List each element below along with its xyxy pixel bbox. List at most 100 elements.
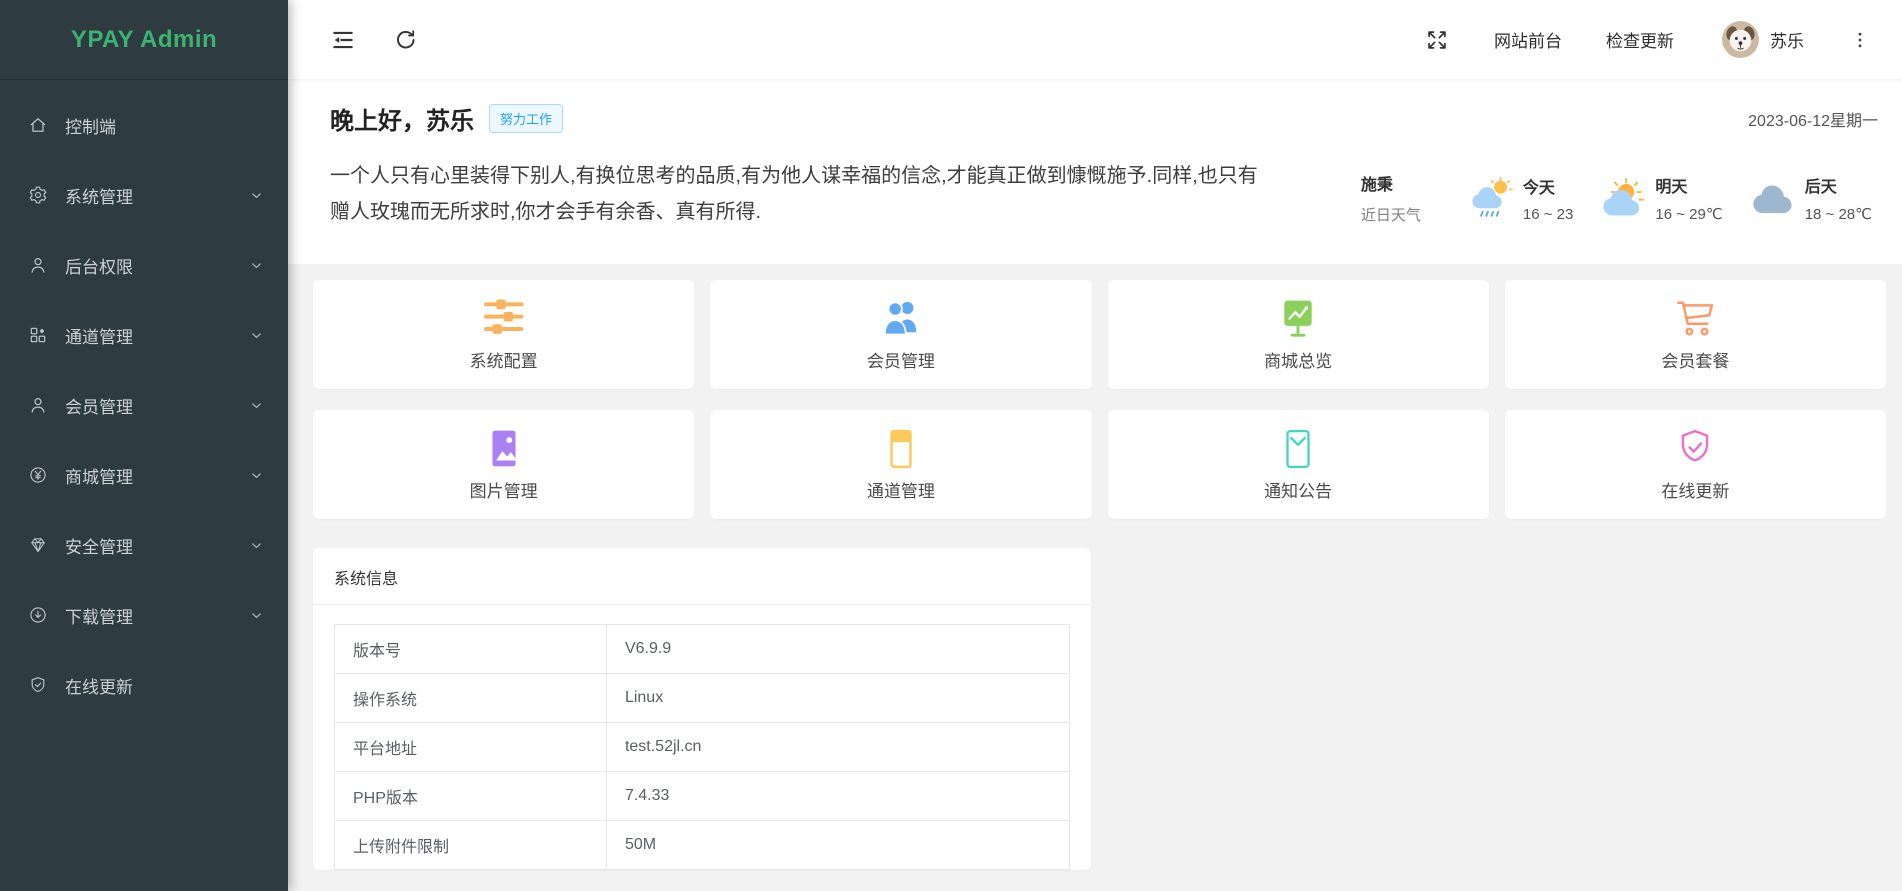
shield-icon [1674,428,1716,470]
image-icon [483,428,525,470]
cart-icon [1672,298,1718,340]
rain-sun-icon [1467,176,1519,220]
chevron-down-icon [249,608,264,623]
info-value: V6.9.9 [606,625,1069,674]
shortcut-label: 系统配置 [470,347,538,372]
system-info-panel: 系统信息 版本号 V6.9.9 操作系统 Linux 平台地址 test.52j… [313,548,1091,870]
fullscreen-icon[interactable] [1424,27,1450,53]
shortcut-label: 通道管理 [867,477,935,502]
shortcut-mall-overview[interactable]: 商城总览 [1108,280,1489,389]
home-icon [28,115,48,135]
main-area: 网站前台 检查更新 苏乐 晚上好，苏乐 努力工作 2023-06-12星期一 一… [288,0,1902,891]
shortcut-member-manage[interactable]: 会员管理 [710,280,1091,389]
sidebar-item-dashboard[interactable]: 控制端 [0,90,288,160]
weather-day-tomorrow: 明天 16 ~ 29℃ [1599,173,1722,223]
username: 苏乐 [1770,27,1804,52]
weather-day-temp: 18 ~ 28℃ [1805,205,1872,223]
shortcut-image-manage[interactable]: 图片管理 [313,410,694,519]
sidebar-item-system[interactable]: 系统管理 [0,160,288,230]
sidebar-item-admin-auth[interactable]: 后台权限 [0,230,288,300]
sidebar-item-members[interactable]: 会员管理 [0,370,288,440]
shortcut-label: 在线更新 [1661,477,1729,502]
gem-icon [28,535,48,555]
window-icon [880,428,922,470]
weather-day-temp: 16 ~ 29℃ [1655,205,1722,223]
user-icon [28,255,48,275]
sidebar-item-downloads[interactable]: 下载管理 [0,580,288,650]
sidebar-item-mall[interactable]: 商城管理 [0,440,288,510]
cloud-icon [1749,176,1801,220]
shortcut-label: 商城总览 [1264,347,1332,372]
mail-icon [1277,428,1319,470]
shield-check-icon [28,675,48,695]
shortcut-system-config[interactable]: 系统配置 [313,280,694,389]
info-label: 平台地址 [335,723,607,772]
info-label: PHP版本 [335,772,607,821]
table-row: 上传附件限制 50M [335,821,1070,870]
refresh-icon[interactable] [392,27,418,53]
users-icon [877,298,926,340]
avatar [1722,21,1759,58]
weather-city-block: 施秉 近日天气 [1361,171,1421,225]
grid-icon [28,325,48,345]
weather-subtitle: 近日天气 [1361,204,1421,225]
daily-quote: 一个人只有心里装得下别人,有换位思考的品质,有为他人谋幸福的信念,才能真正做到慷… [330,158,1270,230]
more-menu-icon[interactable] [1850,27,1870,53]
site-frontend-link[interactable]: 网站前台 [1494,27,1562,52]
sidebar-item-label: 通道管理 [65,323,133,348]
check-update-link[interactable]: 检查更新 [1606,27,1674,52]
info-label: 操作系统 [335,674,607,723]
sidebar-item-online-update[interactable]: 在线更新 [0,650,288,720]
weather-day-label: 明天 [1655,173,1722,197]
sidebar-item-label: 安全管理 [65,533,133,558]
info-value: test.52jl.cn [606,723,1069,772]
user-menu[interactable]: 苏乐 [1722,21,1804,58]
weather-widget: 施秉 近日天气 今天 16 ~ 23 [1361,166,1878,230]
table-row: 版本号 V6.9.9 [335,625,1070,674]
chevron-down-icon [249,188,264,203]
greeting-panel: 晚上好，苏乐 努力工作 2023-06-12星期一 一个人只有心里装得下别人,有… [288,79,1902,264]
shortcut-channel-manage[interactable]: 通道管理 [710,410,1091,519]
collapse-sidebar-icon[interactable] [330,27,356,53]
table-row: 操作系统 Linux [335,674,1070,723]
shortcut-online-update[interactable]: 在线更新 [1505,410,1886,519]
sidebar-item-label: 控制端 [65,113,116,138]
shortcut-label: 图片管理 [470,477,538,502]
yen-circle-icon [28,465,48,485]
sidebar: YPAY Admin 控制端 系统管理 后台权限 通道管理 会员管理 [0,0,288,891]
panel-title: 系统信息 [313,548,1091,605]
shortcut-label: 会员管理 [867,347,935,372]
sidebar-item-label: 系统管理 [65,183,133,208]
chart-board-icon [1277,298,1319,340]
info-value: Linux [606,674,1069,723]
status-badge: 努力工作 [489,104,563,133]
user-icon [28,395,48,415]
gear-icon [28,185,48,205]
app-logo: YPAY Admin [0,0,288,80]
chevron-down-icon [249,468,264,483]
current-date: 2023-06-12星期一 [1748,107,1878,131]
table-row: PHP版本 7.4.33 [335,772,1070,821]
shortcut-member-package[interactable]: 会员套餐 [1505,280,1886,389]
chevron-down-icon [249,328,264,343]
sidebar-item-label: 后台权限 [65,253,133,278]
sidebar-item-channel[interactable]: 通道管理 [0,300,288,370]
sidebar-item-label: 下载管理 [65,603,133,628]
sliders-icon [479,298,528,340]
weather-day-today: 今天 16 ~ 23 [1467,174,1573,223]
weather-day-temp: 16 ~ 23 [1523,206,1573,223]
shortcut-notice[interactable]: 通知公告 [1108,410,1489,519]
sidebar-menu: 控制端 系统管理 后台权限 通道管理 会员管理 商城管理 [0,80,288,720]
weather-day-label: 今天 [1523,174,1573,198]
info-value: 50M [606,821,1069,870]
sidebar-item-label: 会员管理 [65,393,133,418]
sidebar-item-security[interactable]: 安全管理 [0,510,288,580]
system-info-table: 版本号 V6.9.9 操作系统 Linux 平台地址 test.52jl.cn … [334,624,1070,870]
content-area: 系统配置 会员管理 商城总览 会员套餐 图片管理 通道管理 [288,264,1902,891]
shortcut-label: 会员套餐 [1661,347,1729,372]
topbar: 网站前台 检查更新 苏乐 [288,0,1902,79]
greeting-title: 晚上好，苏乐 [330,101,474,136]
sidebar-item-label: 在线更新 [65,673,133,698]
weather-day-after: 后天 18 ~ 28℃ [1749,173,1872,223]
info-label: 版本号 [335,625,607,674]
